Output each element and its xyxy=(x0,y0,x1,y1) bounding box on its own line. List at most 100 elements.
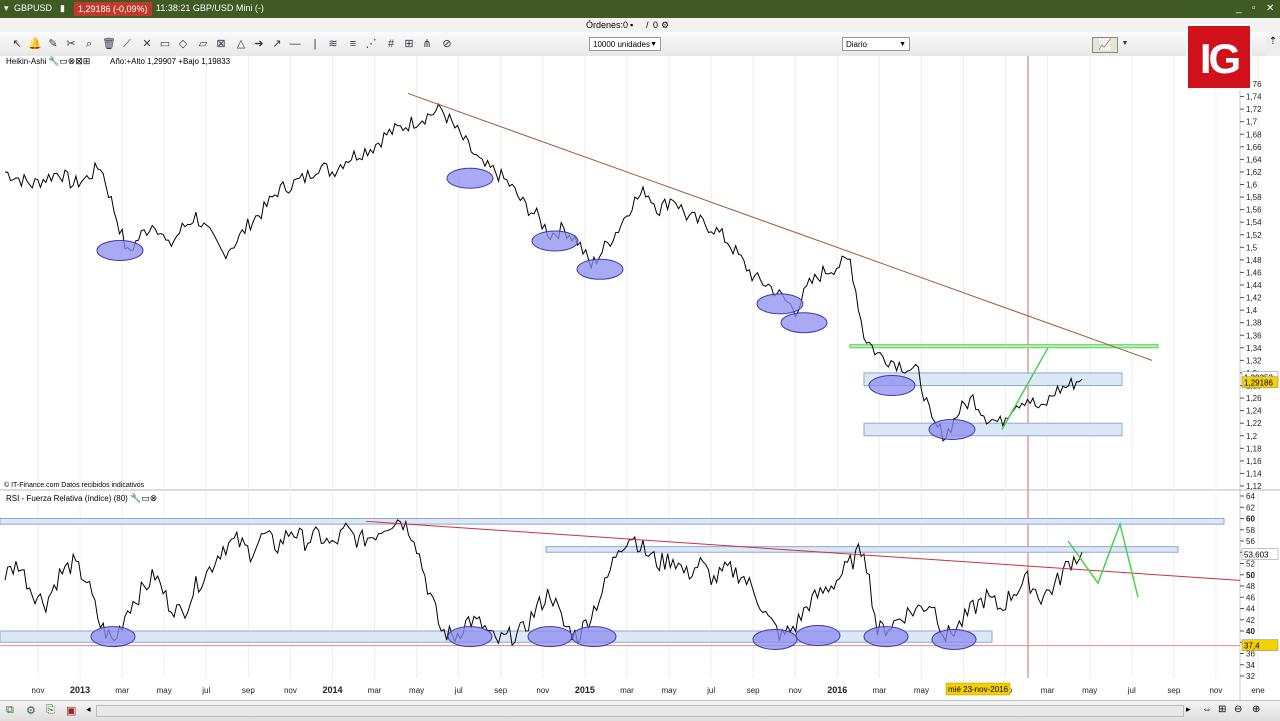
chart-type-chevron-icon[interactable]: ▼ xyxy=(1118,37,1132,51)
price-tick-label: 1,68 xyxy=(1246,130,1262,139)
price-tick-label: 1,62 xyxy=(1246,168,1262,177)
bottom-tool-icon-4[interactable]: ▣ xyxy=(66,704,76,717)
bottom-toolbar: ⧉ ⚙ ⎘ ▣ ◂ ▸ ⇔ ⊞ ⊖ ⊕ xyxy=(0,700,1280,721)
price-change-badge: 1,29186 (-0,09%) xyxy=(74,2,152,16)
zoom-out-icon[interactable]: ⊖ xyxy=(1234,704,1242,715)
orders-separator: / xyxy=(646,20,649,30)
price-low-marker xyxy=(780,312,828,334)
gann-tool-icon[interactable]: ⊞ xyxy=(402,37,416,51)
alert-bell-icon[interactable]: 🔔 xyxy=(28,37,42,51)
price-indicator-label: Heikin-Ashi xyxy=(6,57,47,66)
triangle-tool-icon[interactable]: △ xyxy=(234,37,248,51)
x-tick-label: mar xyxy=(872,686,886,695)
x-tick-label: mar xyxy=(1041,686,1055,695)
zoom-in-icon[interactable]: ⊕ xyxy=(1252,704,1260,715)
x-tick-label: 2016 xyxy=(827,685,847,695)
rsi-tick-label: 52 xyxy=(1246,560,1255,569)
bottom-tool-icon-2[interactable]: ⚙ xyxy=(26,704,36,717)
rsi-low-marker xyxy=(90,626,136,648)
cross-tool-icon[interactable]: ✕ xyxy=(140,37,154,51)
diamond-tool-icon[interactable]: ◇ xyxy=(176,37,190,51)
rectangle-tool-icon[interactable]: ▭ xyxy=(158,37,172,51)
price-tick-label: 1,12 xyxy=(1246,482,1262,491)
price-tick-label: 1,56 xyxy=(1246,206,1262,215)
last-price-label: 1,29186 xyxy=(1244,379,1273,388)
price-tick-label: 1,16 xyxy=(1246,457,1262,466)
bottom-tool-icon-1[interactable]: ⧉ xyxy=(6,704,14,717)
price-low-marker xyxy=(96,239,144,261)
panel-collapse-icon[interactable]: ⇡ xyxy=(1266,36,1280,58)
rsi-low-marker xyxy=(752,628,798,650)
horizontal-scrollbar[interactable] xyxy=(96,705,1184,717)
price-tick-label: 1,72 xyxy=(1246,105,1262,114)
x-tick-label: nov xyxy=(536,686,549,695)
chart-area[interactable]: nov 2013 mar may jul sep nov 2014 mar may jul sep no… xyxy=(0,56,1280,700)
cycle-tool-icon[interactable]: ⊘ xyxy=(440,37,454,51)
x-tick-label: sep xyxy=(242,686,255,695)
fan-tool-icon[interactable]: ⋰ xyxy=(364,37,378,51)
zoom-fit-icon[interactable]: ⇔ xyxy=(1202,704,1212,715)
box-tool-icon[interactable]: ⊠ xyxy=(214,37,228,51)
rsi-tick-label: 50 xyxy=(1246,571,1255,580)
rsi-low-marker xyxy=(571,626,617,648)
x-tick-label: 2014 xyxy=(322,685,342,695)
chart-type-icon[interactable]: 📈 xyxy=(1092,37,1118,53)
minimize-button[interactable]: _ xyxy=(1236,3,1242,14)
channel-tool-icon[interactable]: ≋ xyxy=(326,37,340,51)
zoom-reset-icon[interactable]: ⊞ xyxy=(1218,704,1226,715)
price-tick-label: 1,14 xyxy=(1246,469,1262,478)
x-tick-label: jul xyxy=(454,686,463,695)
panel-toggle-icon[interactable]: ▮ xyxy=(60,3,65,14)
x-tick-label: may xyxy=(157,686,172,695)
pitchfork-tool-icon[interactable]: ⋔ xyxy=(420,37,434,51)
orders-settings-icon[interactable]: ⚙ xyxy=(661,20,669,31)
close-button[interactable]: ✕ xyxy=(1266,3,1274,14)
scroll-right-icon[interactable]: ▸ xyxy=(1186,704,1191,715)
x-tick-label: sep xyxy=(747,686,760,695)
window-menu-icon[interactable]: ▾ xyxy=(4,3,9,14)
pointer-icon[interactable]: ↖ xyxy=(10,37,24,51)
delete-icon[interactable]: 🗑 xyxy=(102,37,116,51)
period-select[interactable]: Diario ▼ xyxy=(842,37,910,51)
price-tick-label: 1,18 xyxy=(1246,444,1262,453)
rsi-tick-label: 48 xyxy=(1246,582,1255,591)
fib-tool-icon[interactable]: ≡ xyxy=(346,37,360,51)
zoom-icon[interactable]: ⌕ xyxy=(82,37,96,51)
scroll-left-icon[interactable]: ◂ xyxy=(86,704,91,715)
hline-tool-icon[interactable]: — xyxy=(288,37,302,51)
vline-tool-icon[interactable]: | xyxy=(308,37,322,51)
ray-tool-icon[interactable]: ↗ xyxy=(270,37,284,51)
pencil-icon[interactable]: ✎ xyxy=(46,37,60,51)
bottom-tool-icon-3[interactable]: ⎘ xyxy=(46,704,55,717)
rsi-tick-label: 40 xyxy=(1246,627,1255,636)
rsi-tick-label: 62 xyxy=(1246,503,1255,512)
rsi-panel-controls-icon[interactable]: 🔧▭⊗ xyxy=(130,493,157,504)
x-tick-label: sep xyxy=(1167,686,1180,695)
units-select[interactable]: 10000 unidades ▼ xyxy=(589,37,661,51)
chart-svg[interactable]: nov 2013 mar may jul sep nov 2014 mar may jul sep no… xyxy=(0,56,1280,700)
tools-icon[interactable]: ✂ xyxy=(64,37,78,51)
x-tick-label: may xyxy=(914,686,929,695)
price-panel-controls-icon[interactable]: 🔧▭⊗⊠⊞ xyxy=(48,56,90,67)
arrow-tool-icon[interactable]: ➜ xyxy=(252,37,266,51)
restore-button[interactable]: ▫ xyxy=(1252,3,1256,14)
orders-lock-icon: ▪ xyxy=(630,20,634,30)
line-tool-icon[interactable]: ⟋ xyxy=(120,37,134,51)
drawing-toolbar: ↖ 🔔 ✎ ✂ ⌕ 🗑 ⟋ ✕ ▭ ◇ ▱ ⊠ △ ➜ ↗ — | ≋ ≡ ⋰ … xyxy=(0,32,1280,57)
price-low-marker xyxy=(576,258,624,280)
x-tick-label: nov xyxy=(32,686,45,695)
parallelogram-tool-icon[interactable]: ▱ xyxy=(196,37,210,51)
x-tick-label: jul xyxy=(1127,686,1136,695)
units-select-value: 10000 unidades xyxy=(593,40,650,49)
rsi-tick-label: 64 xyxy=(1246,492,1255,501)
x-tick-label: nov xyxy=(1209,686,1222,695)
rsi-series-line xyxy=(4,519,1083,647)
rsi-tick-label: 60 xyxy=(1246,515,1255,524)
grid-tool-icon[interactable]: # xyxy=(384,37,398,51)
time-info: 11:38:21 GBP/USD Mini (-) xyxy=(156,3,264,13)
rsi-zone-top xyxy=(0,518,1225,525)
rsi-low-marker xyxy=(931,628,977,650)
window-titlebar: ▾ GBPUSD ▮ 1,29186 (-0,09%) 11:38:21 GBP… xyxy=(0,0,1280,18)
rsi-tick-label: 42 xyxy=(1246,616,1255,625)
rsi-tick-label: 44 xyxy=(1246,605,1255,614)
